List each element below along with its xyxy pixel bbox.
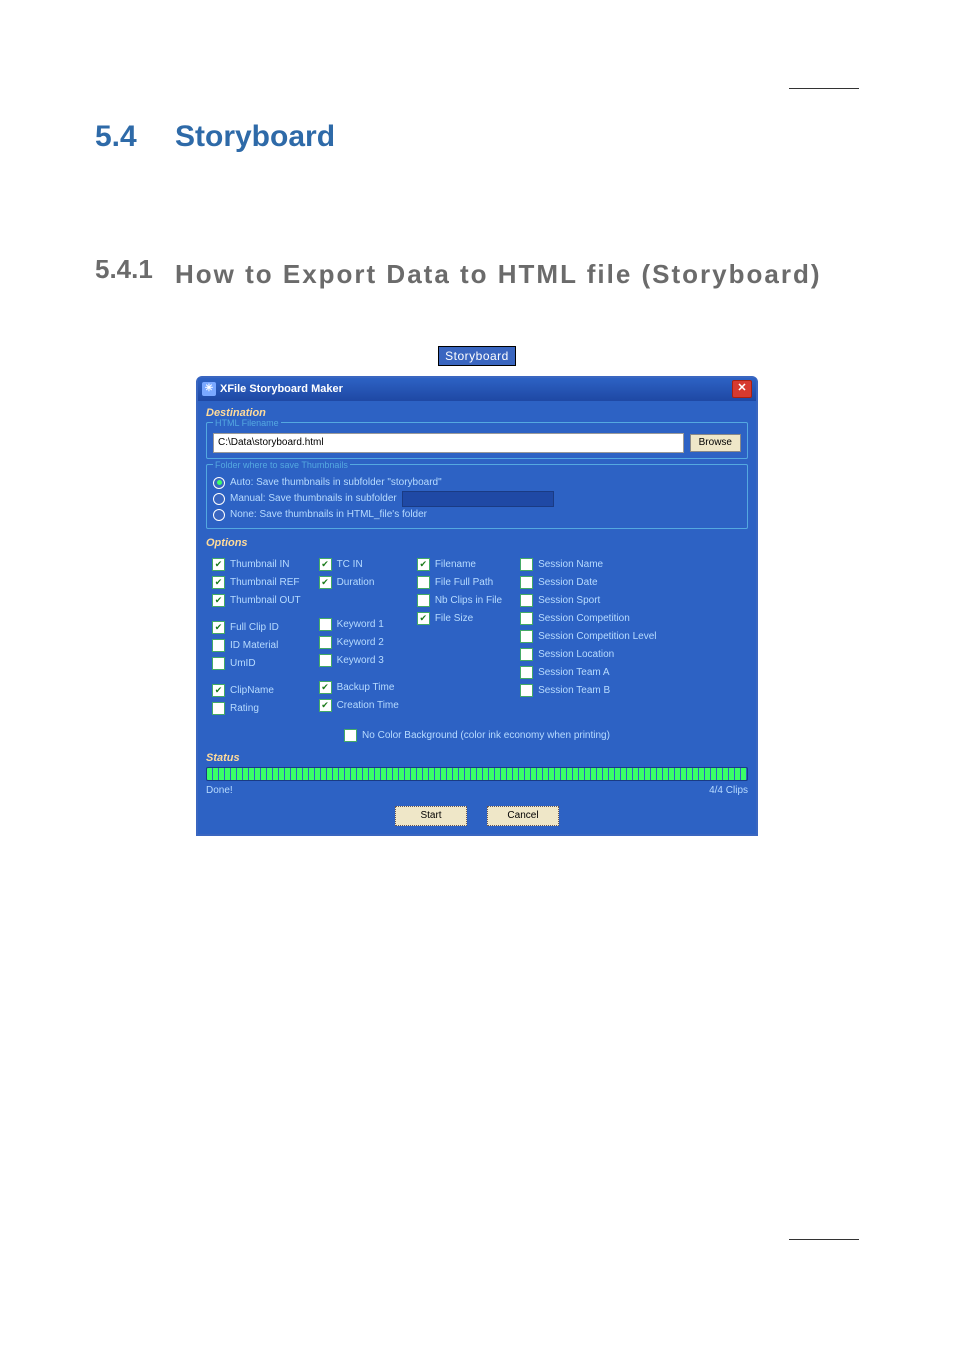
chk-full-clip-id[interactable]: ✔Full Clip ID: [212, 621, 301, 634]
radio-auto-label: Auto: Save thumbnails in subfolder "stor…: [230, 477, 442, 488]
app-icon: ✳: [202, 382, 216, 396]
chk-kw3[interactable]: ✔Keyword 3: [319, 654, 399, 667]
storyboard-tab-badge: Storyboard: [438, 346, 516, 366]
radio-manual[interactable]: Manual: Save thumbnails in subfolder: [213, 491, 741, 507]
dialog-title-bar[interactable]: ✳ XFile Storyboard Maker ✕: [198, 378, 756, 401]
radio-icon: [213, 493, 225, 505]
cancel-button[interactable]: Cancel: [487, 806, 559, 826]
storyboard-maker-dialog: ✳ XFile Storyboard Maker ✕ Destination H…: [196, 376, 758, 836]
chk-tc-in[interactable]: ✔TC IN: [319, 558, 399, 571]
thumbnail-folder-legend: Folder where to save Thumbnails: [213, 460, 350, 470]
destination-section: Destination HTML Filename Browse Folder …: [206, 407, 748, 529]
radio-auto[interactable]: Auto: Save thumbnails in subfolder "stor…: [213, 477, 741, 489]
chk-creation-time[interactable]: ✔Creation Time: [319, 699, 399, 712]
options-title: Options: [206, 537, 748, 549]
chk-umid[interactable]: ✔UmID: [212, 657, 301, 670]
chk-session-location[interactable]: ✔Session Location: [520, 648, 656, 661]
progress-bar: [206, 767, 748, 781]
chk-file-full-path[interactable]: ✔File Full Path: [417, 576, 502, 589]
chk-nb-clips[interactable]: ✔Nb Clips in File: [417, 594, 502, 607]
destination-title: Destination: [206, 407, 748, 419]
status-section: Status Done! 4/4 Clips: [206, 752, 748, 796]
chk-duration[interactable]: ✔Duration: [319, 576, 399, 589]
html-filename-legend: HTML Filename: [213, 418, 281, 428]
radio-none[interactable]: None: Save thumbnails in HTML_file's fol…: [213, 509, 741, 521]
browse-button[interactable]: Browse: [690, 434, 741, 452]
radio-none-label: None: Save thumbnails in HTML_file's fol…: [230, 509, 427, 520]
chk-session-competition-level[interactable]: ✔Session Competition Level: [520, 630, 656, 643]
chk-filename[interactable]: ✔Filename: [417, 558, 502, 571]
manual-subfolder-input[interactable]: [402, 491, 554, 507]
status-done: Done!: [206, 785, 233, 796]
header-rule: [789, 88, 859, 89]
chk-kw1[interactable]: ✔Keyword 1: [319, 618, 399, 631]
html-filename-input[interactable]: [213, 433, 684, 453]
h2-text: How to Export Data to HTML file (Storybo…: [175, 254, 859, 296]
chk-backup-time[interactable]: ✔Backup Time: [319, 681, 399, 694]
radio-manual-label: Manual: Save thumbnails in subfolder: [230, 493, 397, 504]
chk-session-team-b[interactable]: ✔Session Team B: [520, 684, 656, 697]
status-title: Status: [206, 752, 748, 764]
chk-session-competition[interactable]: ✔Session Competition: [520, 612, 656, 625]
status-count: 4/4 Clips: [709, 785, 748, 796]
chk-kw2[interactable]: ✔Keyword 2: [319, 636, 399, 649]
chk-thumb-in[interactable]: ✔Thumbnail IN: [212, 558, 301, 571]
chk-thumb-out[interactable]: ✔Thumbnail OUT: [212, 594, 301, 607]
chk-no-color-bg[interactable]: ✔No Color Background (color ink economy …: [344, 729, 610, 742]
radio-icon: [213, 477, 225, 489]
chk-file-size[interactable]: ✔File Size: [417, 612, 502, 625]
close-glyph: ✕: [737, 383, 746, 394]
footer-rule: [789, 1239, 859, 1240]
radio-icon: [213, 509, 225, 521]
chk-session-name[interactable]: ✔Session Name: [520, 558, 656, 571]
heading-2: 5.4.1 How to Export Data to HTML file (S…: [95, 254, 859, 296]
chk-session-sport[interactable]: ✔Session Sport: [520, 594, 656, 607]
h2-number: 5.4.1: [95, 254, 175, 296]
chk-session-date[interactable]: ✔Session Date: [520, 576, 656, 589]
h1-text: Storyboard: [175, 120, 335, 154]
dialog-title: XFile Storyboard Maker: [220, 383, 343, 395]
heading-1: 5.4 Storyboard: [95, 120, 859, 154]
start-button[interactable]: Start: [395, 806, 467, 826]
chk-id-material[interactable]: ✔ID Material: [212, 639, 301, 652]
chk-rating[interactable]: ✔Rating: [212, 702, 301, 715]
options-section: Options ✔Thumbnail IN ✔Thumbnail REF ✔Th…: [206, 537, 748, 744]
chk-session-team-a[interactable]: ✔Session Team A: [520, 666, 656, 679]
close-icon[interactable]: ✕: [732, 380, 752, 398]
h1-number: 5.4: [95, 120, 175, 154]
chk-thumb-ref[interactable]: ✔Thumbnail REF: [212, 576, 301, 589]
chk-clipname[interactable]: ✔ClipName: [212, 684, 301, 697]
